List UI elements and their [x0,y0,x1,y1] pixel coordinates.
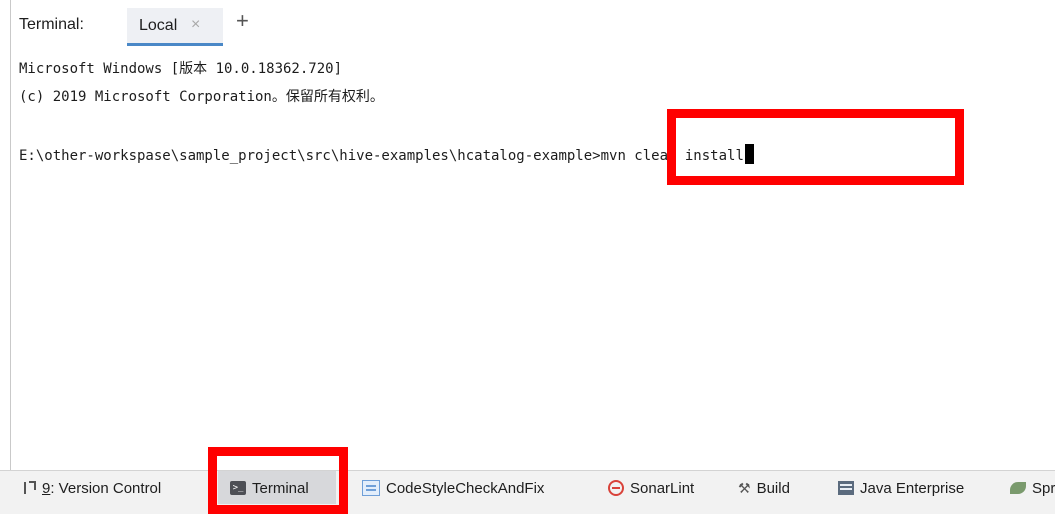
console-line-copyright: (c) 2019 Microsoft Corporation。保留所有权利。 [19,89,384,105]
add-tab-button[interactable]: + [236,10,249,32]
tab-local-label: Local [139,17,178,34]
terminal-title: Terminal: [19,16,84,33]
bottom-tool-window-bar: 9: Version Control >_ Terminal CodeStyle… [0,470,1055,505]
tab-active-indicator [127,43,223,46]
hammer-icon: ⚒ [738,479,751,496]
tool-sonarlint[interactable]: SonarLint [608,471,694,505]
sonarlint-label: SonarLint [630,479,695,497]
terminal-header: Terminal: Local × + [11,0,1055,46]
console-prompt: E:\other-workspase\sample_project\src\hi… [19,148,601,164]
console-line-version: Microsoft Windows [版本 10.0.18362.720] [19,61,343,77]
tool-version-control[interactable]: 9: Version Control [22,471,161,505]
highlight-box-command [667,109,964,185]
tool-java-enterprise[interactable]: Java Enterprise [838,471,964,505]
sonarlint-icon [608,480,624,496]
close-icon[interactable]: × [191,16,200,34]
status-bar [0,504,1055,514]
tool-build[interactable]: ⚒ Build [738,471,790,505]
version-control-key: 9 [42,479,51,497]
build-label: Build [756,479,790,497]
spring-leaf-icon [1010,482,1026,494]
tool-codestyle[interactable]: CodeStyleCheckAndFix [362,471,544,505]
java-enterprise-label: Java Enterprise [860,479,965,497]
highlight-box-terminal [208,447,348,514]
tool-spring[interactable]: Spr [1010,471,1055,505]
version-control-label: : Version Control [50,479,162,497]
java-enterprise-icon [838,481,854,495]
console-prompt-line: E:\other-workspase\sample_project\src\hi… [19,144,754,164]
spring-label: Spr [1032,479,1055,497]
codestyle-label: CodeStyleCheckAndFix [386,479,545,497]
codestyle-icon [362,480,380,496]
version-control-icon [22,480,36,496]
tab-local[interactable]: Local × [127,8,223,46]
